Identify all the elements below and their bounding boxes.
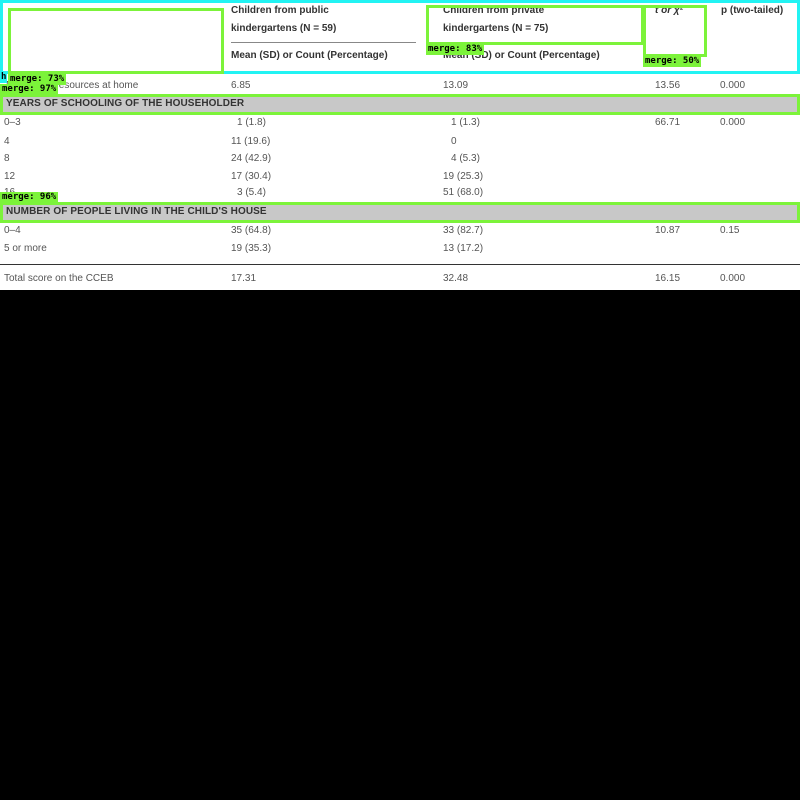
total-public: 17.31	[231, 273, 257, 284]
private-header-line1: Children from private	[443, 5, 545, 16]
public-header-line2: kindergartens (N = 59)	[231, 23, 337, 34]
schooling-row-private: 51 (68.0)	[443, 187, 484, 198]
merge-tag-resources: merge: 97%	[0, 84, 59, 95]
section-people-band: NUMBER OF PEOPLE LIVING IN THE CHILD'S H…	[0, 204, 800, 220]
empty-header-box	[8, 8, 224, 74]
total-p: 0.000	[720, 273, 746, 284]
schooling-row-private: 1 (1.3)	[451, 117, 480, 128]
resources-stat: 13.56	[655, 80, 681, 91]
schooling-row-label: 4	[4, 136, 10, 147]
schooling-row-public: 11 (19.6)	[231, 136, 271, 147]
schooling-row-label: 8	[4, 153, 10, 164]
people-row-stat: 10.87	[655, 225, 681, 236]
resources-public: 6.85	[231, 80, 251, 91]
schooling-row-label: 12	[4, 171, 16, 182]
public-header-rule	[231, 42, 416, 43]
schooling-row-public: 3 (5.4)	[237, 187, 266, 198]
total-stat: 16.15	[655, 273, 681, 284]
section-schooling-band: YEARS OF SCHOOLING OF THE HOUSEHOLDER	[0, 96, 800, 112]
people-row-private: 13 (17.2)	[443, 243, 484, 254]
p-header: p (two-tailed)	[721, 5, 784, 16]
merge-tag-people: merge: 96%	[0, 192, 59, 203]
people-row-label: 5 or more	[4, 243, 47, 254]
resources-private: 13.09	[443, 80, 469, 91]
total-label: Total score on the CCEB	[4, 273, 114, 284]
schooling-row-private: 4 (5.3)	[451, 153, 480, 164]
schooling-row-p: 0.000	[720, 117, 746, 128]
schooling-row-public: 17 (30.4)	[231, 171, 272, 182]
merge-tag-stat: merge: 50%	[643, 56, 702, 67]
people-row-label: 0–4	[4, 225, 21, 236]
schooling-row-public: 24 (42.9)	[231, 153, 272, 164]
public-subheader: Mean (SD) or Count (Percentage)	[231, 50, 388, 61]
schooling-row-stat: 66.71	[655, 117, 681, 128]
schooling-row-private: 19 (25.3)	[443, 171, 484, 182]
people-row-private: 33 (82.7)	[443, 225, 484, 236]
section-people-title: NUMBER OF PEOPLE LIVING IN THE CHILD'S H…	[6, 206, 267, 217]
resources-p: 0.000	[720, 80, 746, 91]
data-table: Children from public kindergartens (N = …	[0, 0, 800, 290]
people-row-p: 0.15	[720, 225, 740, 236]
total-top-rule	[0, 264, 800, 265]
private-header-line2: kindergartens (N = 75)	[443, 23, 549, 34]
corner-mark: h	[0, 72, 8, 83]
stat-header: t or χ²	[655, 5, 683, 16]
people-row-public: 35 (64.8)	[231, 225, 272, 236]
people-row-public: 19 (35.3)	[231, 243, 272, 254]
section-schooling-title: YEARS OF SCHOOLING OF THE HOUSEHOLDER	[6, 98, 245, 109]
header-bottom-rule	[0, 72, 800, 73]
schooling-row-label: 0–3	[4, 117, 21, 128]
schooling-row-private: 0	[451, 136, 457, 147]
public-header-line1: Children from public	[231, 5, 329, 16]
schooling-row-public: 1 (1.8)	[237, 117, 266, 128]
merge-tag-private: merge: 83%	[426, 44, 485, 55]
total-private: 32.48	[443, 273, 469, 284]
